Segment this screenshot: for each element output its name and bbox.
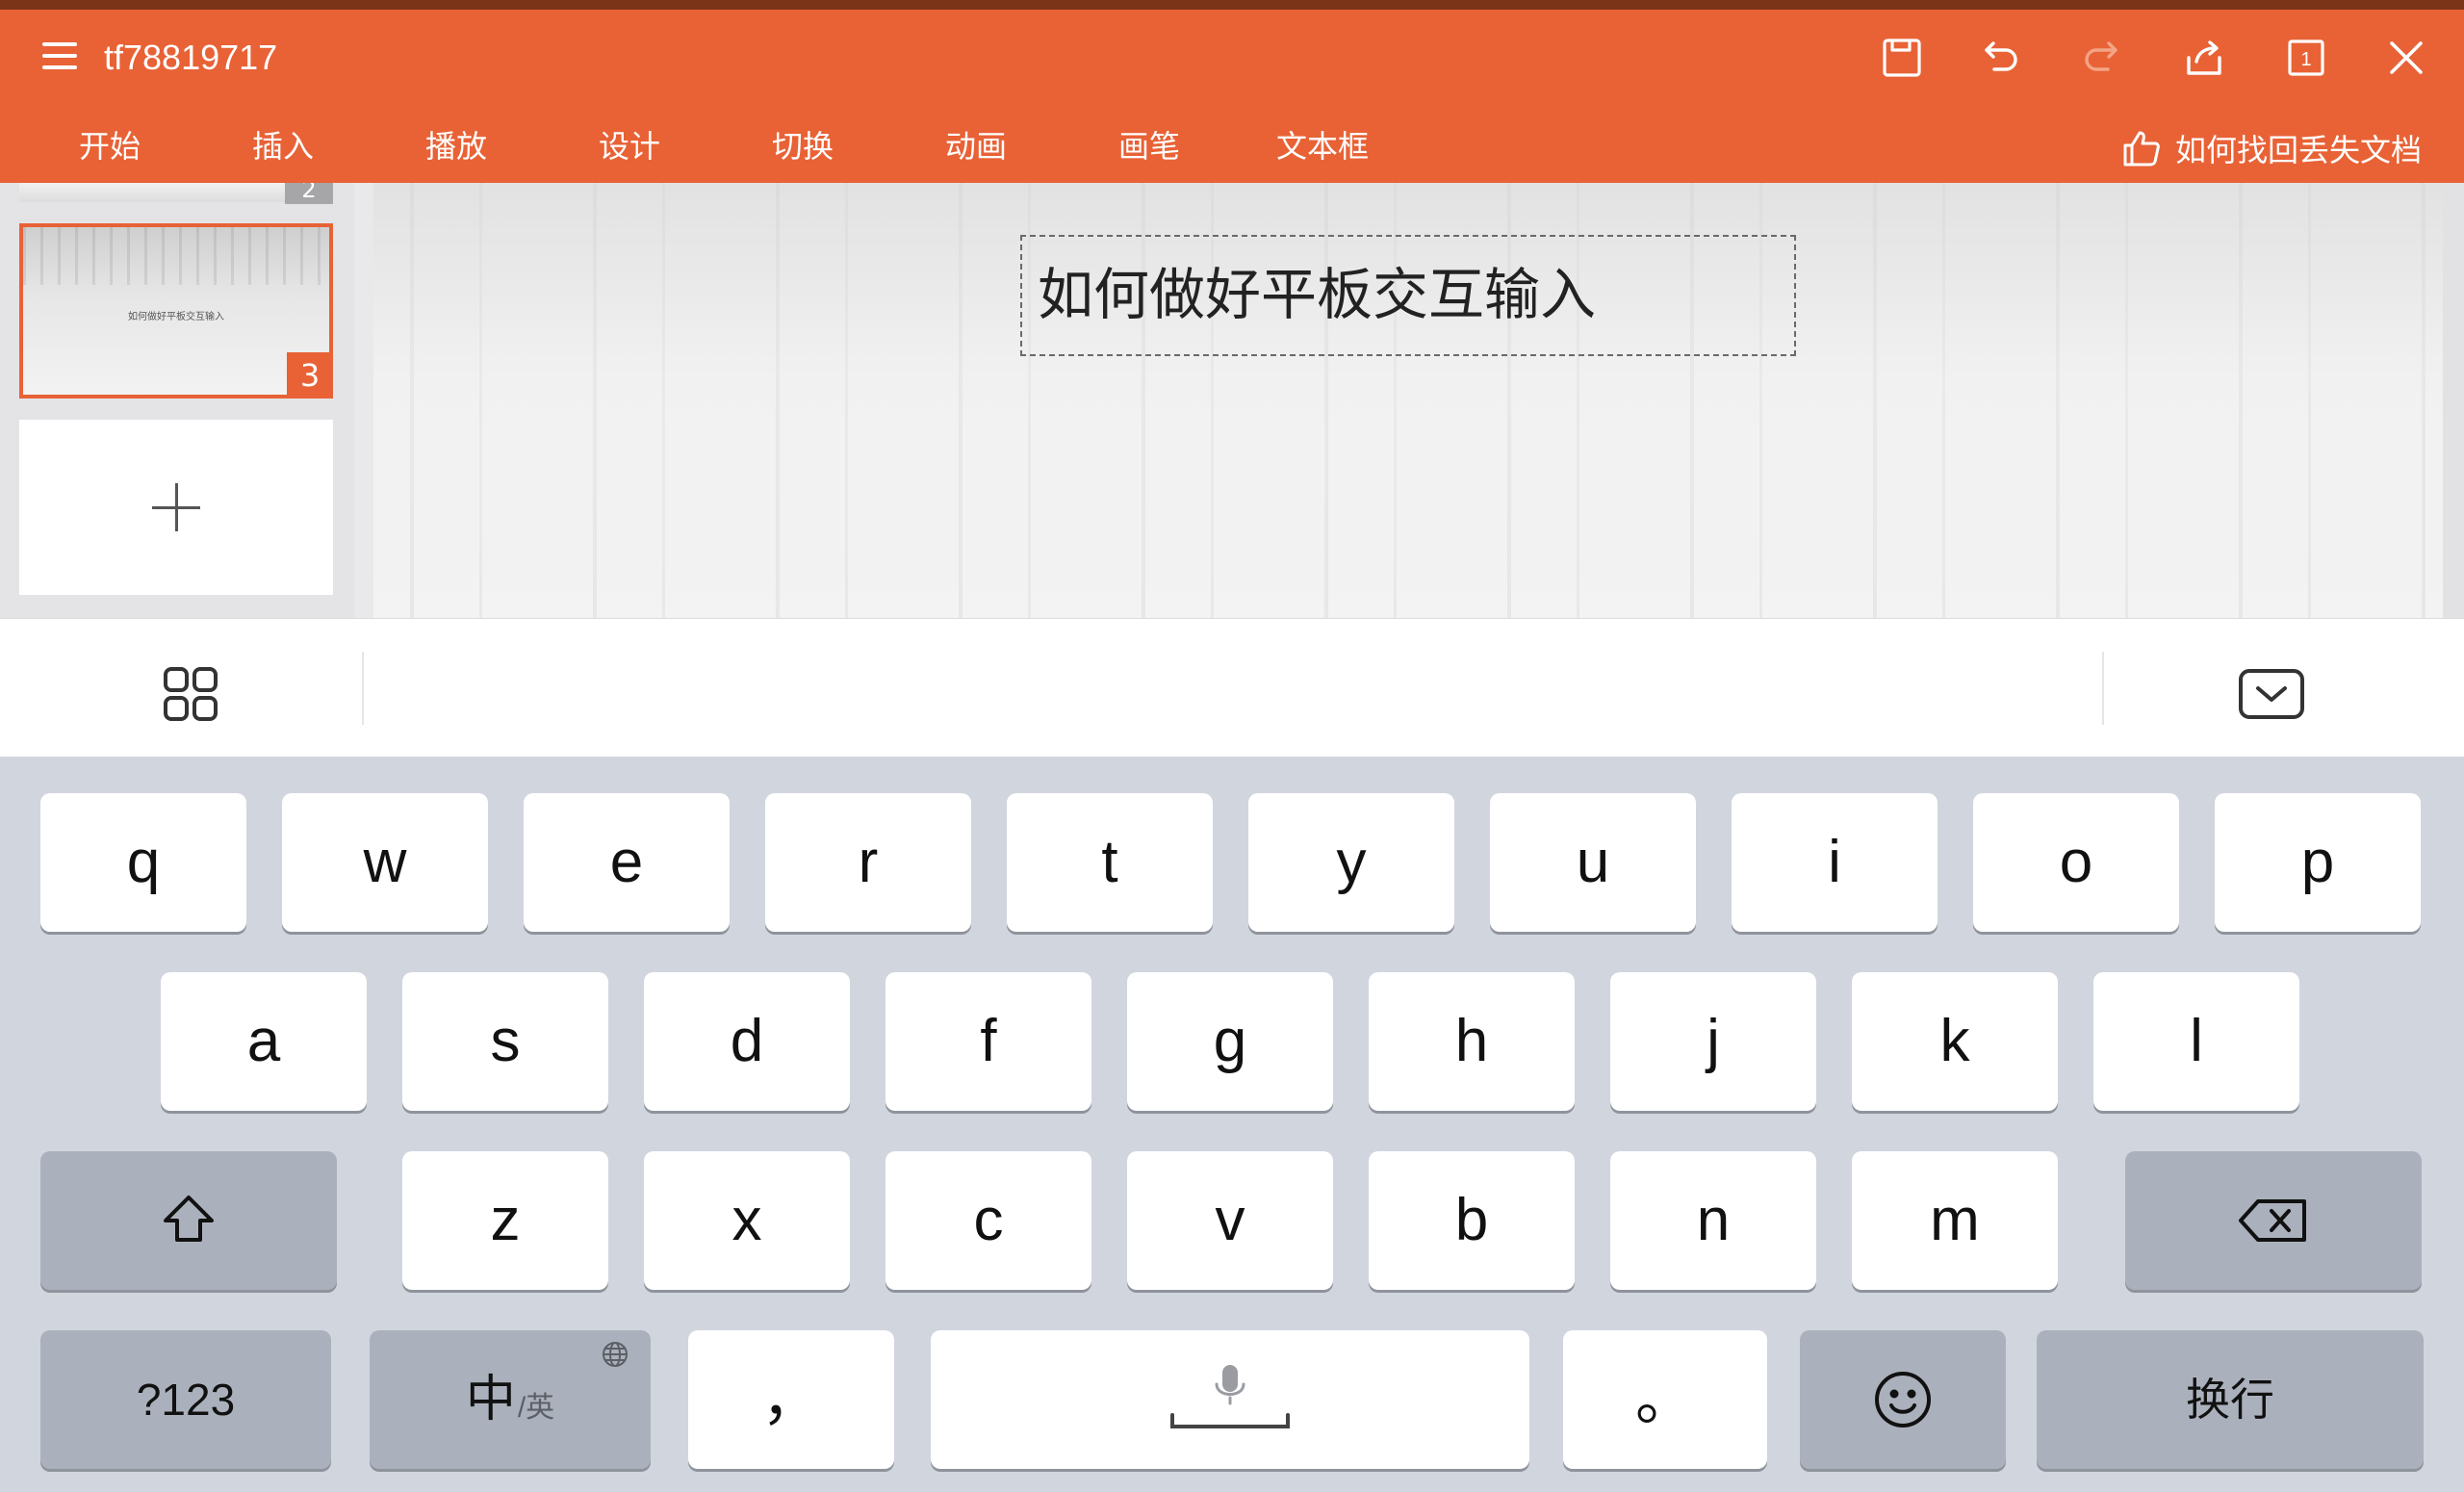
toolbar-divider [362, 652, 364, 725]
key-m[interactable]: m [1852, 1151, 2058, 1290]
key-k[interactable]: k [1852, 972, 2058, 1111]
editor-area: 2 如何做好平板交互输入 3 如何做好平板交互输入 [0, 183, 2464, 618]
slide-number-current: 3 [287, 352, 333, 399]
key-f[interactable]: f [886, 972, 1091, 1111]
key-i[interactable]: i [1732, 793, 1938, 932]
share-icon[interactable] [2173, 27, 2235, 89]
document-title: tf78819717 [104, 38, 278, 77]
key-z[interactable]: z [402, 1151, 608, 1290]
editor-scroll-edge [2443, 183, 2464, 618]
key-h[interactable]: h [1369, 972, 1575, 1111]
key-q[interactable]: q [40, 793, 246, 932]
key-v[interactable]: v [1127, 1151, 1333, 1290]
tab-play[interactable]: 播放 [425, 125, 487, 167]
toolbar-divider [2102, 652, 2104, 725]
emoji-key[interactable] [1800, 1330, 2006, 1469]
help-link[interactable]: 如何找回丢失文档 [2121, 121, 2422, 175]
enter-key[interactable]: 换行 [2037, 1330, 2424, 1469]
slide-title-text: 如何做好平板交互输入 [1038, 262, 1597, 327]
tab-insert[interactable]: 插入 [252, 125, 314, 167]
key-w[interactable]: w [282, 793, 488, 932]
slide-thumbnails-panel[interactable]: 2 如何做好平板交互输入 3 [0, 183, 354, 618]
tab-design[interactable]: 设计 [599, 125, 660, 167]
app-window: tf78819717 1 开始 插入 播放 设计 切换 动画 画笔 文本框 如何… [0, 0, 2464, 1492]
undo-icon[interactable] [1969, 27, 2031, 89]
redo-icon [2071, 27, 2133, 89]
key-t[interactable]: t [1007, 793, 1213, 932]
status-strip [0, 0, 2464, 10]
key-u[interactable]: u [1490, 793, 1696, 932]
page-count-text: 1 [2300, 49, 2311, 70]
soft-keyboard: q w e r t y u i o p a s d f g h j k l z … [0, 757, 2464, 1492]
tab-transition[interactable]: 切换 [772, 125, 834, 167]
key-p[interactable]: p [2215, 793, 2421, 932]
key-y[interactable]: y [1248, 793, 1454, 932]
numbers-key[interactable]: ?123 [40, 1330, 331, 1469]
key-o[interactable]: o [1973, 793, 2179, 932]
key-j[interactable]: j [1610, 972, 1816, 1111]
hide-keyboard-icon[interactable] [2233, 657, 2310, 731]
top-toolbar: tf78819717 1 开始 插入 播放 设计 切换 动画 画笔 文本框 如何… [0, 10, 2464, 183]
tab-textbox[interactable]: 文本框 [1276, 125, 1369, 167]
key-b[interactable]: b [1369, 1151, 1575, 1290]
backspace-icon [2239, 1199, 2306, 1242]
apps-grid-icon[interactable] [154, 657, 227, 731]
language-switch-key[interactable]: 中 /英 [370, 1330, 651, 1469]
globe-icon [603, 1342, 628, 1367]
lang-sub-label: /英 [517, 1392, 555, 1424]
key-n[interactable]: n [1610, 1151, 1816, 1290]
lang-main-label: 中 [465, 1372, 516, 1428]
emoji-icon [1875, 1372, 1931, 1428]
menu-icon[interactable] [38, 35, 83, 79]
comma-key[interactable]: ， [688, 1330, 894, 1469]
slide-canvas[interactable]: 如何做好平板交互输入 [373, 183, 2443, 618]
key-s[interactable]: s [402, 972, 608, 1111]
shift-key[interactable] [40, 1151, 337, 1290]
key-g[interactable]: g [1127, 972, 1333, 1111]
add-slide-button[interactable] [19, 420, 333, 595]
slide-thumbnail-current[interactable]: 如何做好平板交互输入 3 [19, 223, 333, 399]
backspace-key[interactable] [2125, 1151, 2422, 1290]
shift-icon [164, 1196, 214, 1242]
thumbs-up-icon [2123, 131, 2160, 167]
save-icon[interactable] [1871, 27, 1933, 89]
tab-start[interactable]: 开始 [79, 125, 141, 167]
key-c[interactable]: c [886, 1151, 1091, 1290]
space-key[interactable] [931, 1330, 1529, 1469]
slide-thumbnail-title: 如何做好平板交互输入 [128, 312, 224, 322]
help-label: 如何找回丢失文档 [2174, 132, 2422, 168]
tab-pen[interactable]: 画笔 [1118, 125, 1180, 167]
close-icon[interactable] [2375, 27, 2437, 89]
slide-number-previous: 2 [285, 183, 333, 204]
page-count-icon[interactable]: 1 [2275, 27, 2337, 89]
keyboard-toolbar [0, 618, 2464, 757]
key-e[interactable]: e [524, 793, 730, 932]
key-x[interactable]: x [644, 1151, 850, 1290]
key-d[interactable]: d [644, 972, 850, 1111]
ribbon-tabs: 开始 插入 播放 设计 切换 动画 画笔 文本框 [0, 117, 1444, 183]
tab-animation[interactable]: 动画 [945, 125, 1007, 167]
key-l[interactable]: l [2093, 972, 2299, 1111]
microphone-icon [1170, 1365, 1290, 1428]
slide-title-textbox[interactable]: 如何做好平板交互输入 [1020, 235, 1796, 356]
key-r[interactable]: r [765, 793, 971, 932]
period-key[interactable]: 。 [1563, 1330, 1767, 1469]
key-a[interactable]: a [161, 972, 367, 1111]
